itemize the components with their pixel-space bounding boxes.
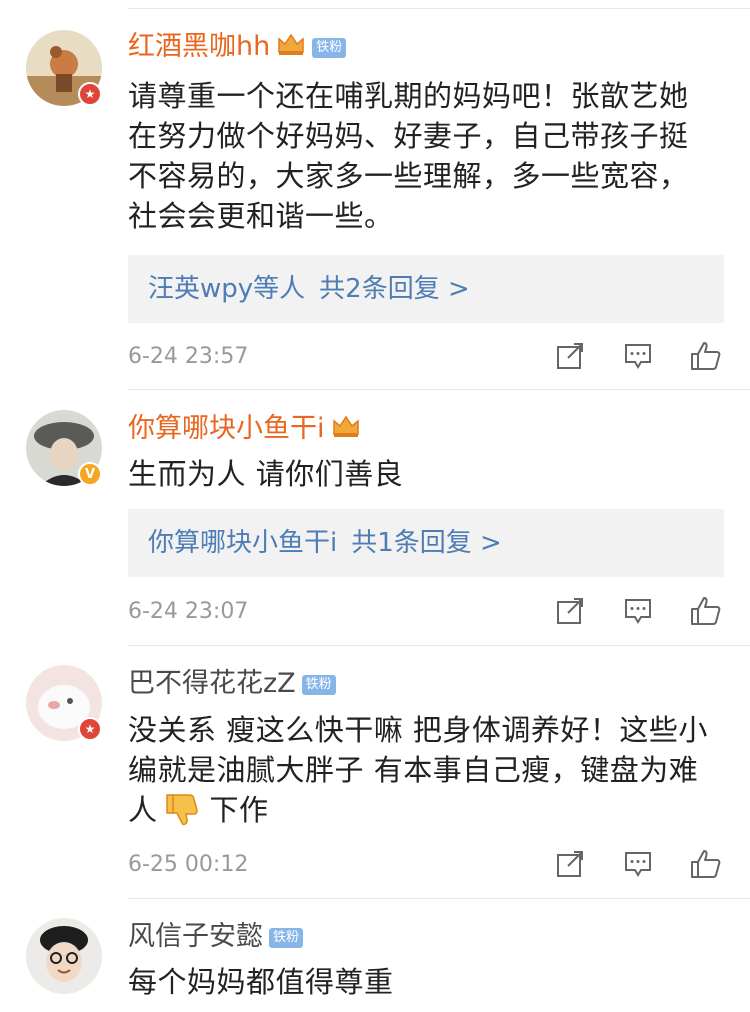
timestamp: 6-25 00:12 [128,852,249,877]
fan-badge: 铁粉 [312,37,347,58]
username[interactable]: 你算哪块小鱼干i [128,412,361,447]
crown-icon [276,31,306,65]
username[interactable]: 风信子安懿 铁粉 [128,920,304,954]
thumbs-up-icon[interactable] [690,848,722,880]
avatar[interactable] [26,918,102,994]
comment-icon[interactable] [622,848,654,880]
username-text[interactable]: 你算哪块小鱼干i [128,413,325,444]
verified-badge-icon: V [78,462,102,486]
comment-word: 人 [128,793,158,827]
comment-icon[interactable] [622,340,654,372]
username-text[interactable]: 风信子安懿 [128,921,263,952]
share-icon[interactable] [554,340,586,372]
comment-icon[interactable] [622,595,654,627]
fan-badge: 铁粉 [301,674,336,695]
action-bar [554,340,722,372]
reply-summary[interactable]: 汪英wpy等人 共2条回复 > [128,255,724,323]
verified-badge-icon: ★ [78,717,102,741]
share-icon[interactable] [554,595,586,627]
divider [128,645,750,646]
username[interactable]: 红酒黑咖hh 铁粉 [128,30,347,65]
username-text[interactable]: 红酒黑咖hh [128,31,270,62]
comment-line: 人 下作 [128,790,718,830]
comment-text: 每个妈妈都值得尊重 [128,962,718,1002]
action-bar [554,848,722,880]
action-bar [554,595,722,627]
thumbs-up-icon[interactable] [690,595,722,627]
top-divider [128,8,750,9]
comment-line: 没关系 瘦这么快干嘛 把身体调养好！这些小 [128,713,708,747]
reply-summary[interactable]: 你算哪块小鱼干i 共1条回复 > [128,509,724,577]
comment-text: 生而为人 请你们善良 [128,454,718,494]
divider [128,389,750,390]
timestamp: 6-24 23:07 [128,599,249,624]
comment-line: 编就是油腻大胖子 有本事自己瘦，键盘为难 [128,753,699,787]
timestamp: 6-24 23:57 [128,344,249,369]
thumbs-down-emoji [165,793,202,827]
comment-line: 在努力做个好妈妈、好妻子，自己带孩子挺 [128,119,689,153]
comment-line: 请尊重一个还在哺乳期的妈妈吧！张歆艺她 [128,79,689,113]
username-text[interactable]: 巴不得花花zZ [128,668,296,699]
thumbs-up-icon[interactable] [690,340,722,372]
reply-names[interactable]: 你算哪块小鱼干i [148,528,337,558]
comment-text: 没关系 瘦这么快干嘛 把身体调养好！这些小 编就是油腻大胖子 有本事自己瘦，键盘… [128,710,718,830]
comment-text: 请尊重一个还在哺乳期的妈妈吧！张歆艺她 在努力做个好妈妈、好妻子，自己带孩子挺 … [128,76,718,236]
comment-line: 不容易的，大家多一些理解，多一些宽容， [128,159,689,193]
comment-line: 生而为人 请你们善良 [128,457,404,491]
comment-word: 下作 [209,793,269,827]
share-icon[interactable] [554,848,586,880]
crown-icon [331,413,361,447]
comment-line: 每个妈妈都值得尊重 [128,965,394,999]
reply-count[interactable]: 共1条回复 > [351,528,502,558]
verified-badge-icon: ★ [78,82,102,106]
comment-line: 社会会更和谐一些。 [128,199,394,233]
reply-count[interactable]: 共2条回复 > [319,274,470,304]
divider [128,898,750,899]
reply-names[interactable]: 汪英wpy等人 [148,274,305,304]
fan-badge: 铁粉 [269,927,304,948]
username[interactable]: 巴不得花花zZ 铁粉 [128,667,336,701]
